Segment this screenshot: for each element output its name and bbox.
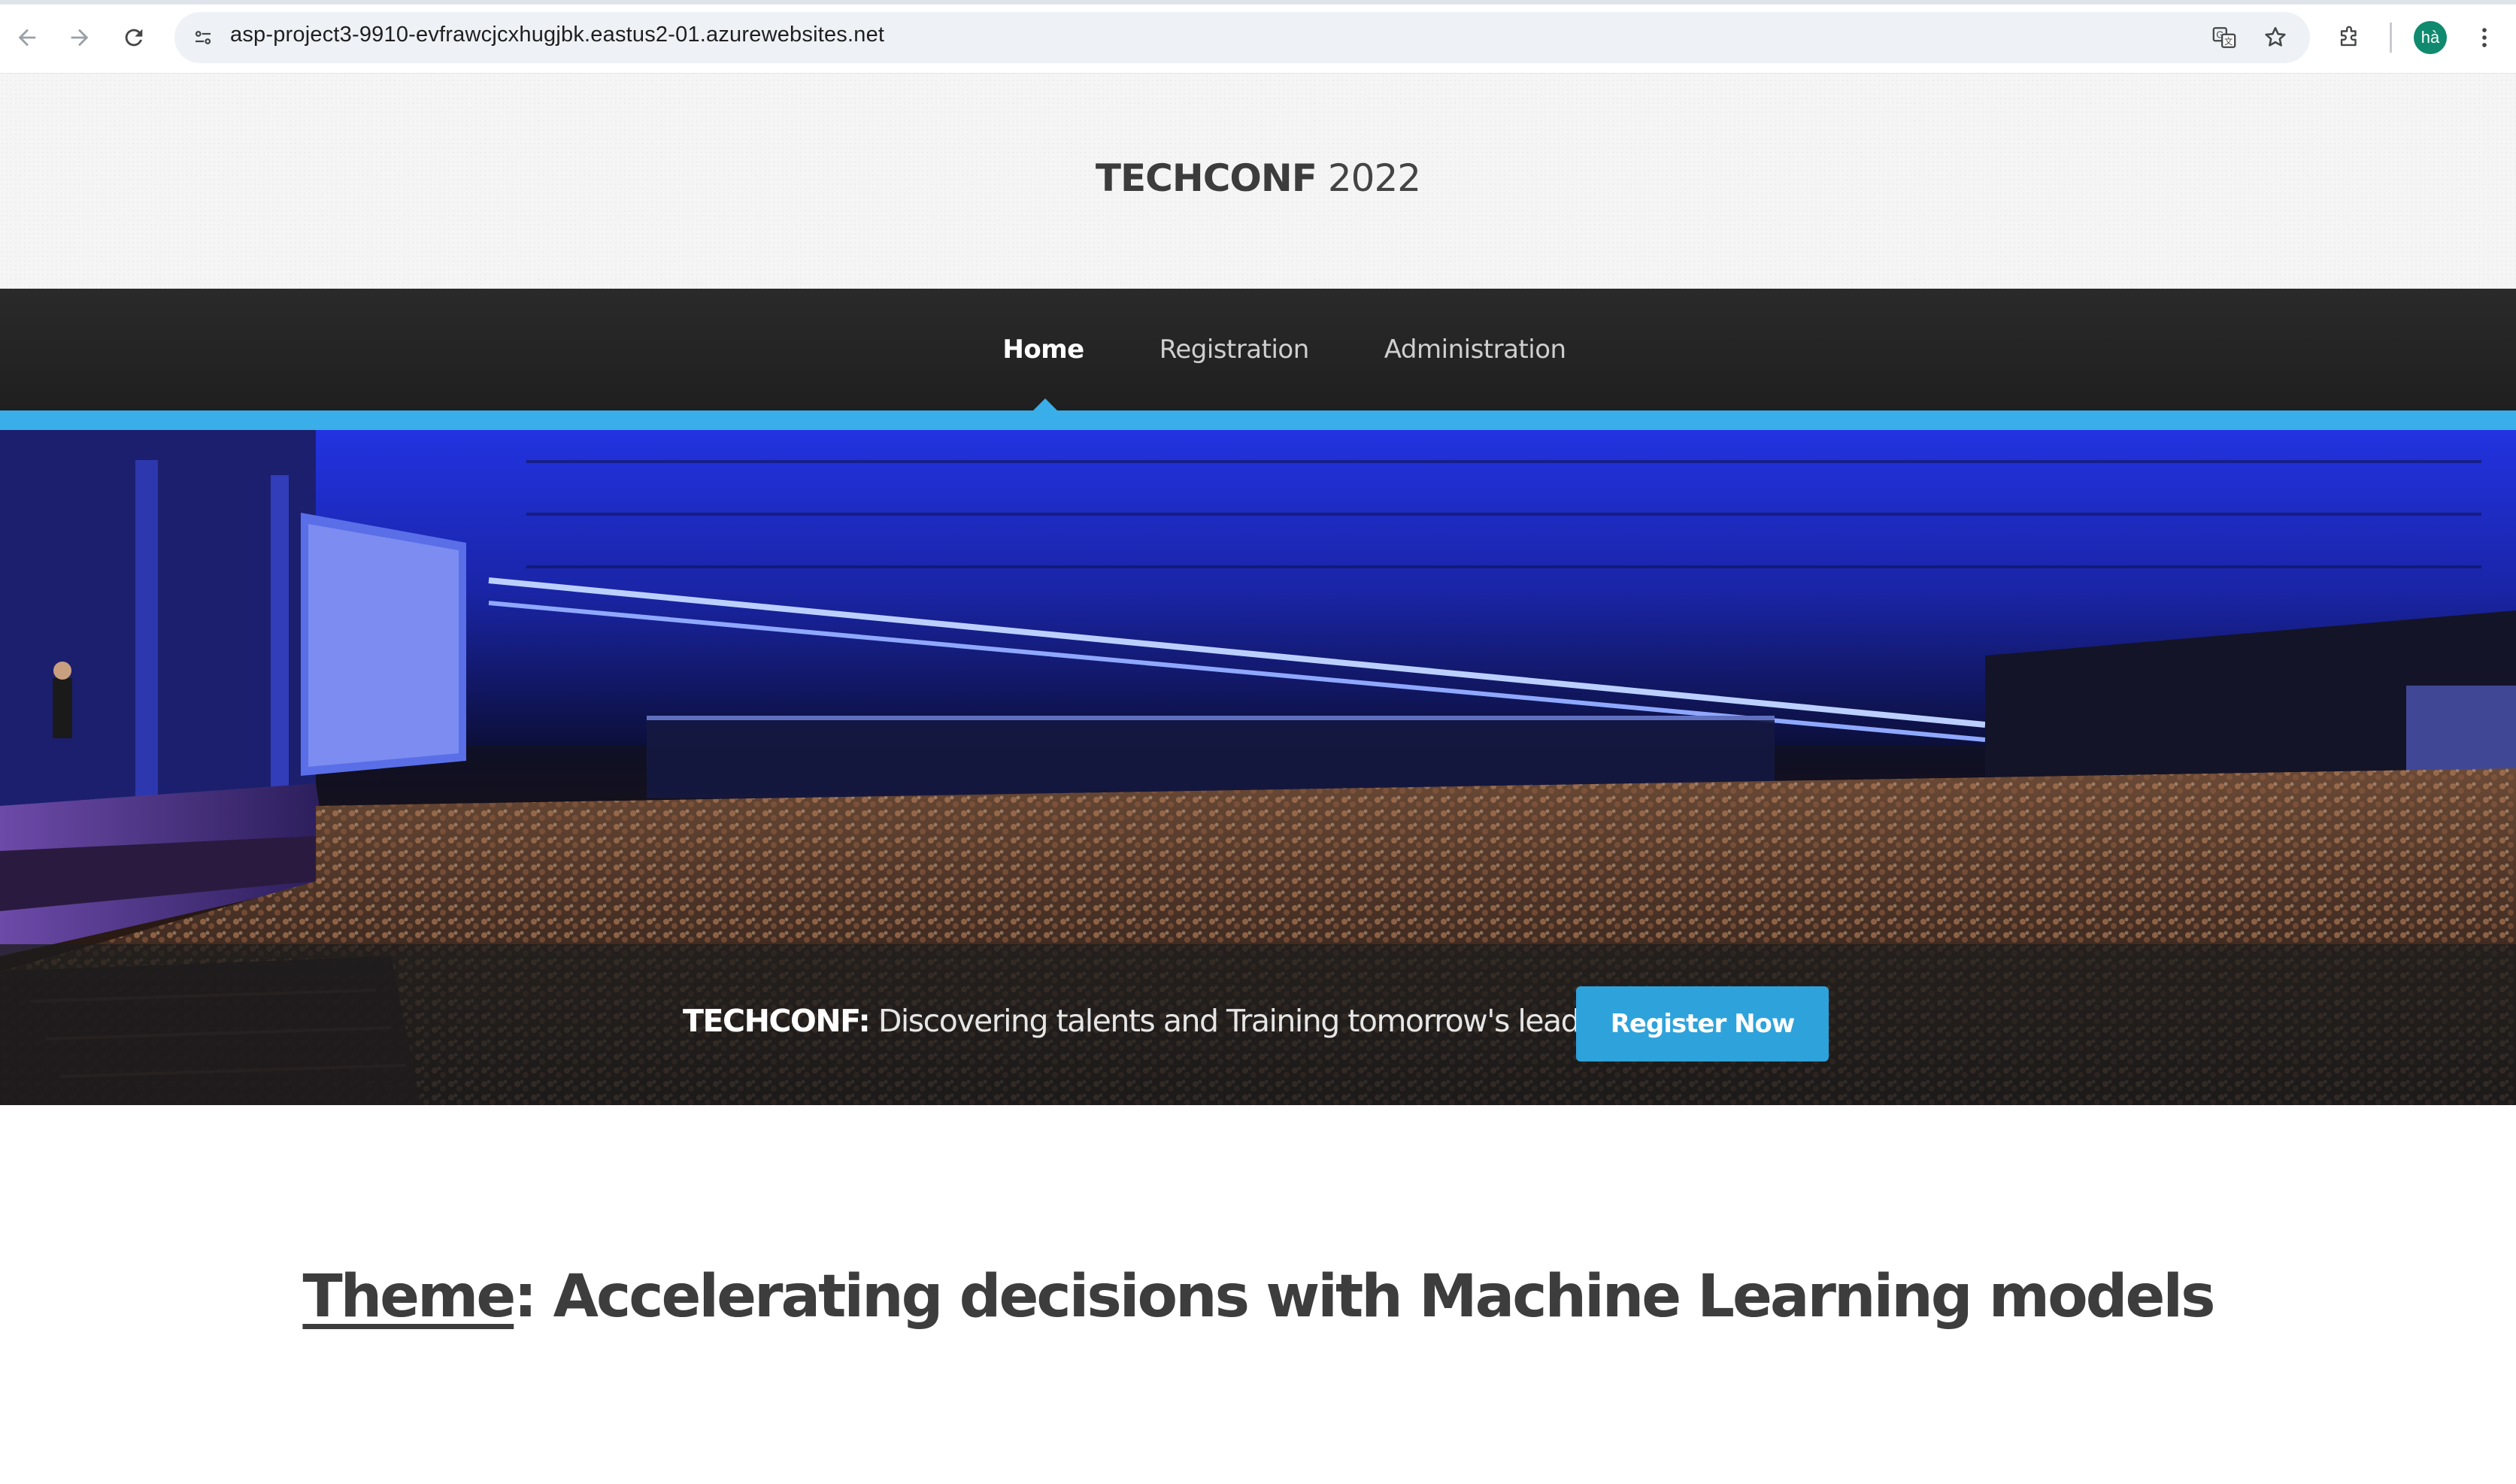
more-vert-icon bbox=[2482, 28, 2487, 47]
logo-year: 2022 bbox=[1316, 156, 1421, 200]
forward-button[interactable] bbox=[59, 17, 101, 59]
reload-button[interactable] bbox=[113, 17, 155, 59]
nav-item-administration[interactable]: Administration bbox=[1384, 335, 1566, 365]
tab-strip bbox=[0, 0, 2516, 5]
reload-icon bbox=[125, 29, 143, 47]
browser-menu-button[interactable] bbox=[2466, 18, 2502, 57]
site-logo[interactable]: TECHCONF 2022 bbox=[0, 156, 2516, 200]
nav-item-home[interactable]: Home bbox=[1002, 335, 1084, 365]
theme-text: : Accelerating decisions with Machine Le… bbox=[514, 1263, 2215, 1331]
logo-brand: TECHCONF bbox=[1095, 156, 1317, 200]
site-header: TECHCONF 2022 bbox=[0, 74, 2516, 289]
browser-toolbar: asp-project3-9910-evfrawcjcxhugjbk.eastu… bbox=[0, 0, 2516, 74]
theme-heading: Theme: Accelerating decisions with Machi… bbox=[0, 1263, 2516, 1331]
nav-links: Home Registration Administration bbox=[0, 289, 2516, 410]
nav-accent-bar bbox=[0, 410, 2516, 430]
translate-button[interactable]: G 文 bbox=[2205, 18, 2244, 57]
svg-text:文: 文 bbox=[2224, 36, 2233, 47]
register-now-button[interactable]: Register Now bbox=[1576, 986, 1829, 1062]
bookmark-button[interactable] bbox=[2256, 18, 2295, 57]
nav-item-registration[interactable]: Registration bbox=[1159, 335, 1310, 365]
site-info-icon bbox=[195, 31, 211, 44]
theme-link[interactable]: Theme bbox=[302, 1263, 516, 1331]
hero-tagline: TECHCONF: Discovering talents and Traini… bbox=[683, 1003, 1625, 1039]
tagline-text: Discovering talents and Training tomorro… bbox=[869, 1003, 1625, 1039]
main-navigation: Home Registration Administration bbox=[0, 289, 2516, 410]
back-arrow-icon bbox=[18, 29, 36, 47]
profile-avatar[interactable]: hà bbox=[2414, 21, 2447, 54]
site-info-button[interactable] bbox=[185, 20, 221, 56]
tagline-brand: TECHCONF: bbox=[683, 1003, 871, 1039]
hero-banner: TECHCONF: Discovering talents and Traini… bbox=[0, 430, 2516, 1105]
translate-icon: G 文 bbox=[2212, 27, 2236, 48]
back-button[interactable] bbox=[6, 17, 48, 59]
bookmark-star-icon bbox=[2265, 26, 2286, 47]
extensions-button[interactable] bbox=[2330, 18, 2369, 57]
active-nav-indicator bbox=[1033, 398, 1057, 410]
url-text[interactable]: asp-project3-9910-evfrawcjcxhugjbk.eastu… bbox=[230, 23, 884, 47]
extensions-icon bbox=[2340, 26, 2357, 47]
forward-arrow-icon bbox=[71, 29, 89, 47]
toolbar-separator bbox=[2390, 23, 2392, 53]
